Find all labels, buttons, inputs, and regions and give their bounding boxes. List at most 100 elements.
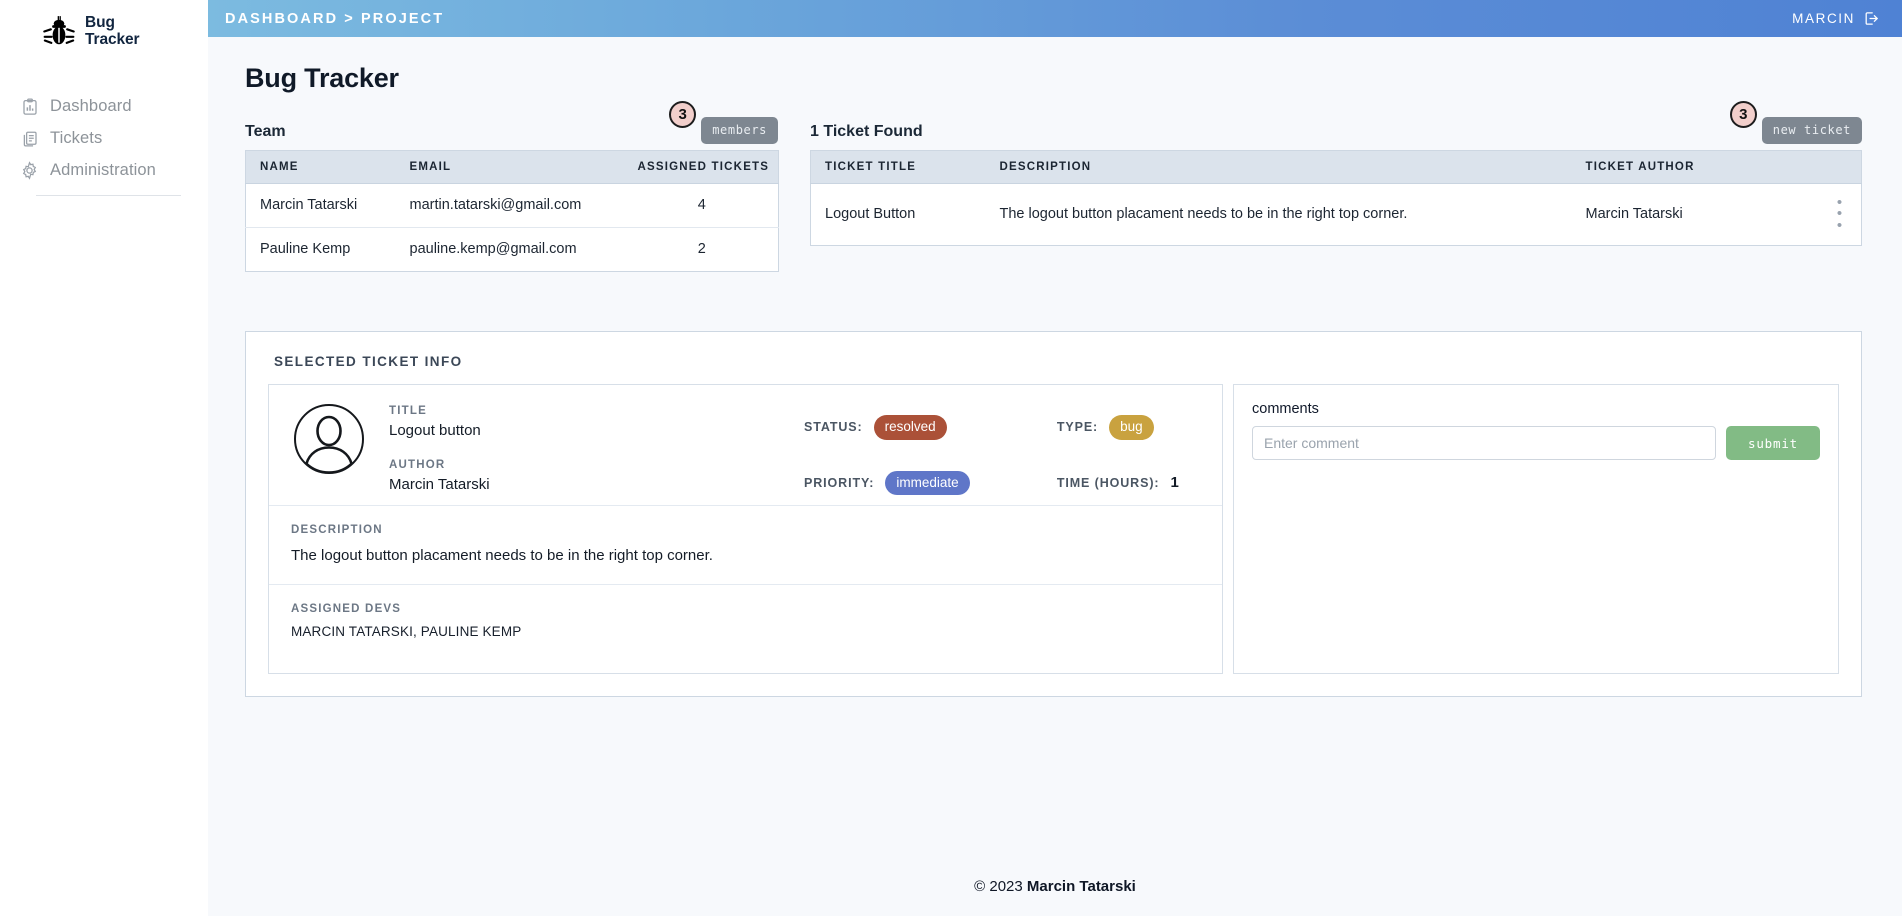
sidebar-item-tickets-label: Tickets [50,129,103,148]
logout-icon[interactable] [1863,10,1880,27]
author-label: AUTHOR [389,459,446,471]
team-cell-name: Pauline Kemp [260,241,351,257]
team-col-name: NAME [245,150,396,184]
sidebar-nav: Dashboard Tickets Administration [0,91,208,196]
time-label: TIME (HOURS): [1056,475,1160,490]
brand-name-line1: Bug [85,14,115,31]
new-ticket-button[interactable]: new ticket [1761,117,1862,144]
ticket-meta-grid: STATUS: resolved TYPE: bug PRIORITY: imm… [804,401,1222,496]
footer-author: Marcin Tatarski [1026,878,1136,895]
bug-icon [42,14,76,48]
team-cell-name: Marcin Tatarski [245,183,396,228]
comments-label: comments [1252,401,1319,417]
status-label: STATUS: [804,420,863,435]
tickets-header: 1 Ticket Found 3 new ticket [810,101,1862,144]
submit-comment-button[interactable]: submit [1726,426,1820,460]
priority-badge: immediate [885,470,970,496]
topbar-username: MARCIN [1792,11,1855,26]
team-cell-email: martin.tatarski@gmail.com [395,183,624,228]
title-value: Logout button [389,422,481,439]
brand-name: Bug Tracker [85,14,140,49]
selected-ticket-heading: SELECTED TICKET INFO [274,354,463,369]
sidebar-item-dashboard-label: Dashboard [50,97,132,116]
assigned-devs-section: ASSIGNED DEVS MARCIN TATARSKI, PAULINE K… [269,584,1222,673]
team-cell-assigned: 4 [623,183,779,228]
tickets-heading: 1 Ticket Found [810,123,923,140]
sidebar-divider [36,194,181,196]
avatar [269,401,389,495]
tickets-col-title: TICKET TITLE [810,150,986,184]
ticket-title-link[interactable]: Logout Button [811,184,986,246]
team-count-badge: 3 [669,101,697,128]
user-menu[interactable]: MARCIN [1792,10,1880,27]
tickets-table-header-row: TICKET TITLE DESCRIPTION TICKET AUTHOR [810,150,1862,184]
tickets-col-author: TICKET AUTHOR [1571,150,1812,184]
ticket-primary-fields: TITLE Logout button AUTHOR Marcin Tatars… [389,401,804,495]
footer-copyright: © 2023 [974,878,1027,895]
title-label: TITLE [389,405,427,417]
priority-label: PRIORITY: [804,475,875,490]
table-row[interactable]: Logout Button The logout button placamen… [811,184,1862,246]
tickets-col-actions [1811,150,1862,184]
table-row[interactable]: Marcin Tatarski martin.tatarski@gmail.co… [245,183,779,228]
comment-input[interactable] [1252,426,1717,460]
priority-field: PRIORITY: immediate [804,470,1013,496]
user-avatar-icon [294,404,364,474]
sidebar-item-administration-label: Administration [50,161,156,180]
brand[interactable]: Bug Tracker [0,8,208,49]
team-table: NAME EMAIL ASSIGNED TICKETS Marcin Tatar… [245,150,779,272]
members-button[interactable]: members [701,117,778,144]
app-root: Bug Tracker Dashboard Tickets Administra… [0,0,1902,916]
tickets-section: 1 Ticket Found 3 new ticket TICKET TITLE… [810,101,1862,246]
author-value: Marcin Tatarski [389,476,490,493]
sidebar-item-administration[interactable]: Administration [16,155,208,187]
comment-form: submit [1252,426,1820,460]
footer: © 2023 Marcin Tatarski [208,878,1902,895]
tickets-col-description: DESCRIPTION [985,150,1572,184]
ticket-description: The logout button placament needs to be … [999,205,1408,222]
ticket-info-card: TITLE Logout button AUTHOR Marcin Tatars… [268,384,1223,675]
brand-name-line2: Tracker [85,31,140,49]
team-heading: Team [245,123,286,140]
team-col-email: EMAIL [395,150,624,184]
description-label: DESCRIPTION [291,524,383,537]
team-actions: 3 members [669,101,778,144]
time-value: 1 [1170,474,1179,492]
ticket-author: Marcin Tatarski [1585,205,1683,222]
status-badge: resolved [873,415,947,440]
ticket-row-menu-cell: • • • [1812,184,1862,246]
ticket-description-section: DESCRIPTION The logout button placament … [269,505,1222,584]
page-title: Bug Tracker [245,63,399,93]
selected-ticket-panel: SELECTED TICKET INFO TITLE Logout button… [245,331,1862,698]
top-columns: Team 3 members NAME EMAIL ASSIGNED TICKE… [208,94,1902,272]
team-header: Team 3 members [245,101,778,144]
table-row[interactable]: Pauline Kemp pauline.kemp@gmail.com 2 [246,228,779,272]
tickets-copy-icon [20,129,39,148]
team-col-assigned: ASSIGNED TICKETS [623,150,779,184]
topbar: DASHBOARD > PROJECT MARCIN [208,0,1902,37]
dashboard-clipboard-icon [20,97,39,116]
kebab-menu-icon[interactable]: • • • [1826,195,1854,233]
type-field: TYPE: bug [1057,415,1222,440]
status-field: STATUS: resolved [804,415,1013,440]
type-label: TYPE: [1056,420,1099,435]
tickets-actions: 3 new ticket [1729,101,1862,144]
breadcrumb[interactable]: DASHBOARD > PROJECT [225,11,444,27]
team-cell-assigned: 2 [697,241,706,257]
type-badge: bug [1109,415,1154,440]
description-value: The logout button placament needs to be … [291,547,713,565]
sidebar-item-dashboard[interactable]: Dashboard [16,91,208,123]
content-column: DASHBOARD > PROJECT MARCIN Bug Tracker T… [208,0,1902,916]
team-table-header-row: NAME EMAIL ASSIGNED TICKETS [245,150,779,184]
selected-ticket-body: TITLE Logout button AUTHOR Marcin Tatars… [268,384,1839,675]
gear-icon [20,161,39,180]
assigned-devs-value: MARCIN TATARSKI, PAULINE KEMP [291,624,522,640]
tickets-count-badge: 3 [1729,101,1757,128]
team-cell-email: pauline.kemp@gmail.com [409,241,577,257]
comments-card: comments submit [1233,384,1839,675]
sidebar-item-tickets[interactable]: Tickets [16,123,208,155]
time-field: TIME (HOURS): 1 [1057,471,1222,496]
ticket-info-top: TITLE Logout button AUTHOR Marcin Tatars… [269,385,1222,505]
page: Bug Tracker Team 3 members NAME EMAIL AS… [208,37,1902,916]
assigned-devs-label: ASSIGNED DEVS [291,603,402,616]
